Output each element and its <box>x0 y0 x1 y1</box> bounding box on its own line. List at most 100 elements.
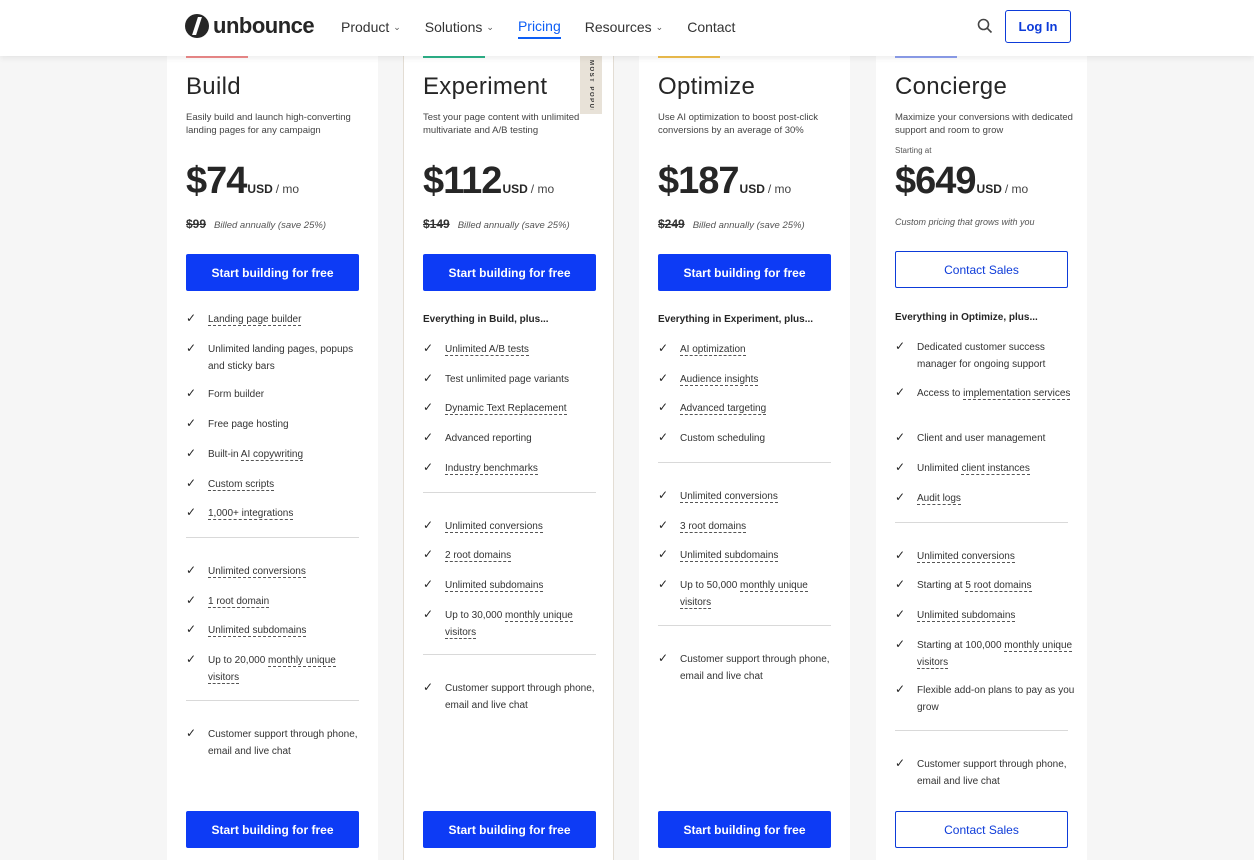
nav-item-contact[interactable]: Contact <box>687 17 735 37</box>
feature-link[interactable]: 3 root domains <box>680 520 747 533</box>
section-divider <box>658 624 831 626</box>
checkmark-icon: ✓ <box>423 370 434 385</box>
feature-link[interactable]: 2 root domains <box>445 550 512 563</box>
feature-link[interactable]: Audit logs <box>917 492 961 505</box>
feature-text-plain: Access to <box>917 387 964 399</box>
checkmark-icon: ✓ <box>186 416 197 431</box>
start-building-button-bottom[interactable]: Start building for free <box>658 811 831 848</box>
feature-link[interactable]: Landing page builder <box>208 314 302 326</box>
logo-mark-icon <box>185 14 209 38</box>
checkmark-icon: ✓ <box>895 384 906 399</box>
period-label: / mo <box>1004 182 1029 196</box>
nav-item-product[interactable]: Product ⌄ <box>341 17 401 37</box>
feature-text-plain: Up to 20,000 <box>208 655 269 666</box>
feature-link[interactable]: Unlimited subdomains <box>917 609 1016 622</box>
feature-link[interactable]: Industry benchmarks <box>445 462 538 475</box>
feature-link[interactable]: Unlimited conversions <box>917 550 1015 563</box>
feature-link[interactable]: Unlimited subdomains <box>445 579 544 592</box>
price-value: $74 <box>186 160 247 202</box>
feature-link[interactable]: Unlimited conversions <box>680 490 778 503</box>
feature-text: Unlimited client instances <box>917 460 1030 477</box>
price-value: $187 <box>658 160 740 202</box>
checkmark-icon: ✓ <box>186 475 197 490</box>
feature-link[interactable]: Unlimited subdomains <box>208 625 307 638</box>
checkmark-icon: ✓ <box>423 459 434 474</box>
feature-text: Customer support through phone, email an… <box>208 726 366 760</box>
feature-text: 3 root domains <box>680 518 747 535</box>
feature-text: Custom scheduling <box>680 430 765 447</box>
plan-name: Optimize <box>658 73 756 100</box>
feature-text: Audit logs <box>917 490 961 507</box>
feature-link[interactable]: 1,000+ integrations <box>208 508 294 521</box>
feature-item: ✓ Access to implementation services <box>895 385 1075 402</box>
feature-item: ✓ 1 root domain <box>186 593 366 610</box>
search-icon[interactable] <box>977 18 993 34</box>
feature-text-plain: Starting at <box>917 580 966 592</box>
feature-item: ✓ Unlimited subdomains <box>186 622 366 639</box>
feature-item: ✓ Dynamic Text Replacement <box>423 400 603 417</box>
checkmark-icon: ✓ <box>658 650 669 665</box>
checkmark-icon: ✓ <box>186 445 197 460</box>
checkmark-icon: ✓ <box>658 400 669 415</box>
unbounce-logo[interactable]: unbounce <box>185 12 315 40</box>
section-divider <box>423 654 596 656</box>
plan-includes-lead: Everything in Optimize, plus... <box>895 312 1038 323</box>
start-building-button[interactable]: Start building for free <box>186 254 359 291</box>
billing-note: Billed annually (save 25%) <box>692 220 805 231</box>
checkmark-icon: ✓ <box>658 576 669 591</box>
feature-link[interactable]: Unlimited A/B tests <box>445 344 529 356</box>
feature-link[interactable]: Advanced targeting <box>680 403 767 416</box>
checkmark-icon: ✓ <box>423 576 434 591</box>
contact-sales-button[interactable]: Contact Sales <box>895 251 1068 288</box>
feature-link[interactable]: 5 root domains <box>965 580 1032 593</box>
nav-item-resources[interactable]: Resources ⌄ <box>585 17 663 37</box>
nav-item-label: Pricing <box>517 18 561 34</box>
feature-item: ✓ Unlimited conversions <box>658 488 838 505</box>
checkmark-icon: ✓ <box>895 460 906 475</box>
feature-text: Audience insights <box>680 371 759 388</box>
currency-label: USD <box>739 182 765 196</box>
feature-link[interactable]: AI optimization <box>680 344 746 356</box>
nav-item-solutions[interactable]: Solutions ⌄ <box>425 17 494 37</box>
original-price: $249 <box>658 217 685 231</box>
price-row: $649 USD / mo <box>895 160 1028 203</box>
feature-text: Form builder <box>208 386 264 403</box>
feature-link[interactable]: Unlimited subdomains <box>680 550 779 563</box>
checkmark-icon: ✓ <box>423 400 434 415</box>
start-building-button[interactable]: Start building for free <box>658 254 831 291</box>
start-building-button[interactable]: Start building for free <box>423 254 596 291</box>
section-divider <box>186 699 359 701</box>
feature-link[interactable]: client instances <box>961 463 1030 476</box>
feature-link[interactable]: 1 root domain <box>208 595 270 608</box>
checkmark-icon: ✓ <box>186 562 197 577</box>
contact-sales-button-bottom[interactable]: Contact Sales <box>895 811 1068 848</box>
feature-link[interactable]: Custom scripts <box>208 478 275 491</box>
checkmark-icon: ✓ <box>895 606 906 621</box>
feature-link[interactable]: Unlimited conversions <box>208 565 306 578</box>
login-button[interactable]: Log In <box>1005 10 1071 43</box>
feature-text: Dynamic Text Replacement <box>445 400 567 417</box>
feature-link[interactable]: AI copywriting <box>240 448 304 461</box>
feature-link[interactable]: Audience insights <box>680 373 759 386</box>
feature-text: Industry benchmarks <box>445 460 538 477</box>
feature-item: ✓ Customer support through phone, email a… <box>895 756 1075 790</box>
feature-text-plain: Advanced reporting <box>445 433 532 445</box>
feature-item: ✓ Audience insights <box>658 371 838 388</box>
checkmark-icon: ✓ <box>895 547 906 562</box>
feature-text: Advanced targeting <box>680 400 767 417</box>
feature-link[interactable]: implementation services <box>963 387 1071 400</box>
plan-accent-bar <box>658 56 720 58</box>
feature-link[interactable]: Unlimited conversions <box>445 520 543 533</box>
plan-card-concierge: Concierge Maximize your conversions with … <box>876 56 1087 860</box>
checkmark-icon: ✓ <box>186 386 197 401</box>
start-building-button-bottom[interactable]: Start building for free <box>423 811 596 848</box>
start-building-button-bottom[interactable]: Start building for free <box>186 811 359 848</box>
nav-item-pricing[interactable]: Pricing <box>517 17 561 39</box>
feature-item: ✓ Unlimited conversions <box>895 548 1075 565</box>
section-divider <box>895 521 1068 523</box>
feature-text: Unlimited subdomains <box>917 607 1016 624</box>
feature-item: ✓ Unlimited conversions <box>423 518 603 535</box>
feature-link[interactable]: Dynamic Text Replacement <box>445 403 567 416</box>
main-nav: Product ⌄ Solutions ⌄ Pricing Resources ⌄ Conta… <box>341 17 759 39</box>
plan-name: Concierge <box>895 73 1008 100</box>
